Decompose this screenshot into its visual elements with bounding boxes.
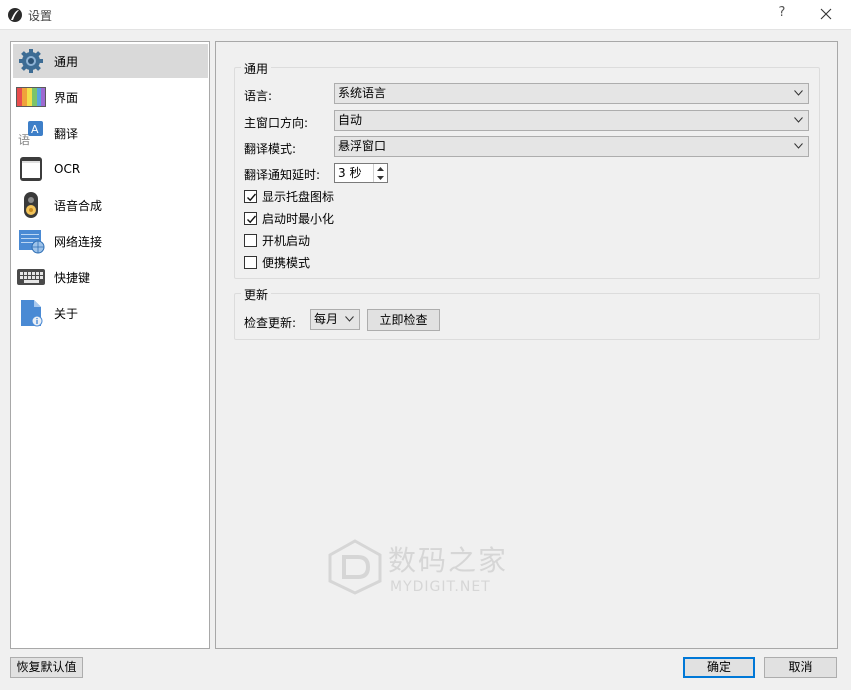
- notify-delay-label: 翻译通知延时:: [244, 168, 321, 182]
- update-frequency-select[interactable]: 每月: [310, 309, 360, 330]
- sidebar-item-label: 界面: [54, 90, 79, 105]
- svg-text:A: A: [31, 123, 39, 136]
- checkbox-label: 启动时最小化: [262, 211, 335, 226]
- ok-button[interactable]: 确定: [683, 657, 755, 678]
- checkbox-unchecked: [244, 255, 257, 269]
- translate-icon: 语 A: [15, 117, 47, 149]
- sidebar-item-label: OCR: [54, 162, 81, 176]
- watermark: 数码之家 MYDIGIT.NET: [328, 539, 528, 599]
- window-title: 设置: [28, 9, 53, 23]
- check-update-label: 检查更新:: [244, 316, 297, 330]
- close-button[interactable]: [812, 3, 840, 25]
- checkmark-icon: [247, 215, 257, 223]
- translate-mode-value: 悬浮窗口: [338, 139, 387, 153]
- network-icon: [15, 225, 47, 257]
- chevron-down-icon: [794, 143, 803, 149]
- language-value: 系统语言: [338, 86, 387, 100]
- chevron-down-icon: [794, 90, 803, 96]
- title-bar: 设置 ?: [0, 0, 851, 30]
- restore-defaults-button[interactable]: 恢复默认值: [10, 657, 83, 678]
- help-button[interactable]: ?: [774, 5, 790, 23]
- watermark-text: 数码之家: [388, 544, 509, 577]
- spin-up-button[interactable]: [374, 164, 387, 173]
- chevron-up-icon: [377, 166, 384, 171]
- autostart-checkbox[interactable]: 开机启动: [244, 231, 310, 249]
- sidebar-item-label: 网络连接: [54, 234, 103, 249]
- sidebar-item-ocr[interactable]: OCR: [13, 152, 208, 186]
- translate-mode-select[interactable]: 悬浮窗口: [334, 136, 809, 157]
- about-icon: [15, 297, 47, 329]
- sidebar-item-label: 语音合成: [54, 198, 103, 213]
- chevron-down-icon: [345, 316, 354, 322]
- window-direction-label: 主窗口方向:: [244, 116, 309, 130]
- chevron-down-icon: [377, 175, 384, 180]
- watermark-logo-icon: [328, 539, 382, 595]
- sidebar-item-speech[interactable]: 语音合成: [13, 188, 208, 222]
- close-icon: [820, 8, 832, 20]
- spin-down-button[interactable]: [374, 173, 387, 182]
- window-direction-select[interactable]: 自动: [334, 110, 809, 131]
- language-select[interactable]: 系统语言: [334, 83, 809, 104]
- sidebar-item-interface[interactable]: 界面: [13, 80, 208, 114]
- speech-icon: [15, 189, 47, 221]
- watermark-subtext: MYDIGIT.NET: [390, 579, 491, 595]
- chevron-down-icon: [794, 117, 803, 123]
- checkbox-label: 便携模式: [262, 255, 311, 270]
- update-frequency-value: 每月: [314, 312, 339, 326]
- svg-text:语: 语: [18, 133, 30, 147]
- checkbox-label: 开机启动: [262, 233, 311, 248]
- window-direction-value: 自动: [338, 113, 363, 127]
- translate-mode-label: 翻译模式:: [244, 142, 297, 156]
- sidebar-item-label: 通用: [54, 54, 79, 69]
- app-logo-icon: [7, 7, 23, 23]
- sidebar-item-label: 翻译: [54, 126, 79, 141]
- sidebar-item-about[interactable]: 关于: [13, 296, 208, 330]
- ocr-icon: [15, 153, 47, 185]
- cancel-button[interactable]: 取消: [764, 657, 837, 678]
- settings-sidebar: 通用 界面 语 A 翻译 OCR 语音合成 网络连接 快捷键 关于: [10, 41, 210, 649]
- checkbox-unchecked: [244, 233, 257, 247]
- sidebar-item-general[interactable]: 通用: [13, 44, 208, 78]
- spin-buttons: [373, 164, 387, 182]
- portable-mode-checkbox[interactable]: 便携模式: [244, 253, 310, 271]
- general-group-title: 通用: [241, 60, 272, 77]
- sidebar-item-label: 快捷键: [54, 270, 91, 285]
- checkbox-checked: [244, 189, 257, 203]
- gear-icon: [15, 45, 47, 77]
- sidebar-item-shortcuts[interactable]: 快捷键: [13, 260, 208, 294]
- sidebar-item-label: 关于: [54, 306, 79, 321]
- checkbox-label: 显示托盘图标: [262, 189, 335, 204]
- notify-delay-value: 3 秒: [338, 166, 362, 180]
- checkbox-checked: [244, 211, 257, 225]
- language-label: 语言:: [244, 89, 273, 103]
- palette-icon: [15, 81, 47, 113]
- update-group-title: 更新: [241, 286, 272, 303]
- tray-icon-checkbox[interactable]: 显示托盘图标: [244, 187, 334, 205]
- keyboard-icon: [15, 261, 47, 293]
- sidebar-item-translate[interactable]: 语 A 翻译: [13, 116, 208, 150]
- check-now-button[interactable]: 立即检查: [367, 309, 440, 331]
- sidebar-item-network[interactable]: 网络连接: [13, 224, 208, 258]
- start-minimized-checkbox[interactable]: 启动时最小化: [244, 209, 334, 227]
- notify-delay-spinbox[interactable]: 3 秒: [334, 163, 388, 183]
- checkmark-icon: [247, 193, 257, 201]
